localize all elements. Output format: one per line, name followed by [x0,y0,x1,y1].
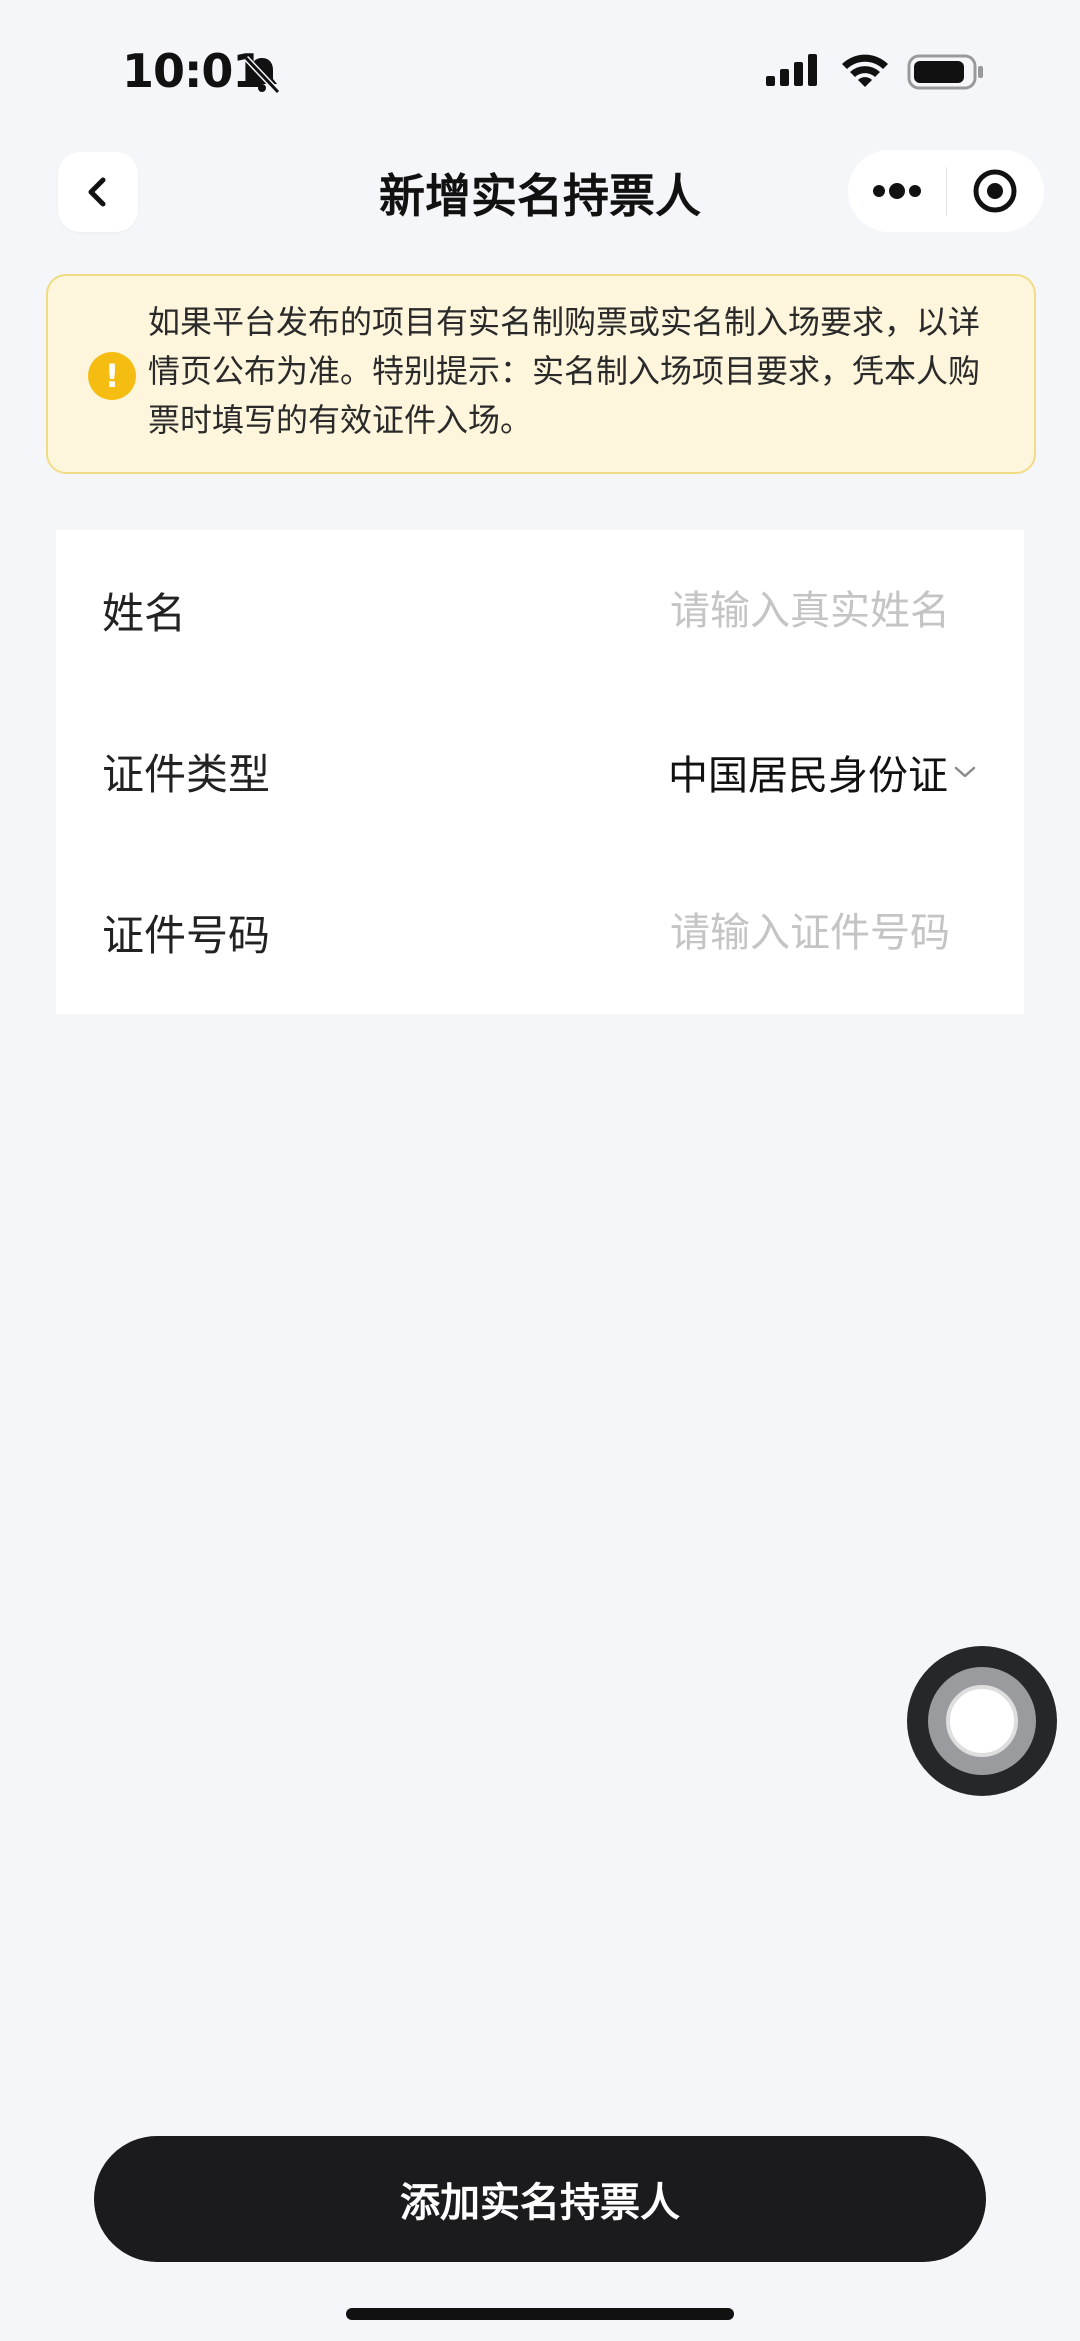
name-row: 姓名 [56,530,1024,691]
id-number-input[interactable] [590,909,950,956]
name-label: 姓名 [102,589,187,638]
more-button[interactable] [848,150,946,232]
notice-text: 如果平台发布的项目有实名制购票或实名制入场要求，以详情页公布为准。特别提示：实名… [148,303,981,439]
id-type-label: 证件类型 [102,750,271,799]
miniprogram-capsule [848,150,1044,232]
home-indicator [346,2308,734,2320]
name-input[interactable] [590,587,950,634]
floating-assistive-button[interactable] [907,1646,1057,1796]
more-dots-icon [872,183,921,199]
signal-icon [766,54,817,86]
chevron-down-icon [954,766,976,777]
warning-icon: ! [88,352,136,400]
real-name-notice: ! 如果平台发布的项目有实名制购票或实名制入场要求，以详情页公布为准。特别提示：… [46,274,1036,474]
close-miniprogram-button[interactable] [947,150,1045,232]
floating-core [946,1685,1018,1757]
floating-ring [928,1667,1036,1775]
add-ticket-holder-button[interactable]: 添加实名持票人 [94,2136,986,2262]
id-type-select[interactable]: 中国居民身份证 [668,743,980,801]
target-circle-icon [973,169,1017,213]
holder-form: 姓名 证件类型 中国居民身份证 证件号码 [56,530,1024,1014]
status-bar: 10:01 [0,0,1080,140]
bell-muted-icon [243,55,281,95]
id-type-row[interactable]: 证件类型 中国居民身份证 [56,691,1024,852]
wifi-icon [842,54,888,87]
id-number-label: 证件号码 [102,911,271,960]
id-type-value: 中国居民身份证 [668,752,948,799]
id-number-row: 证件号码 [56,852,1024,1013]
battery-icon [907,54,983,90]
